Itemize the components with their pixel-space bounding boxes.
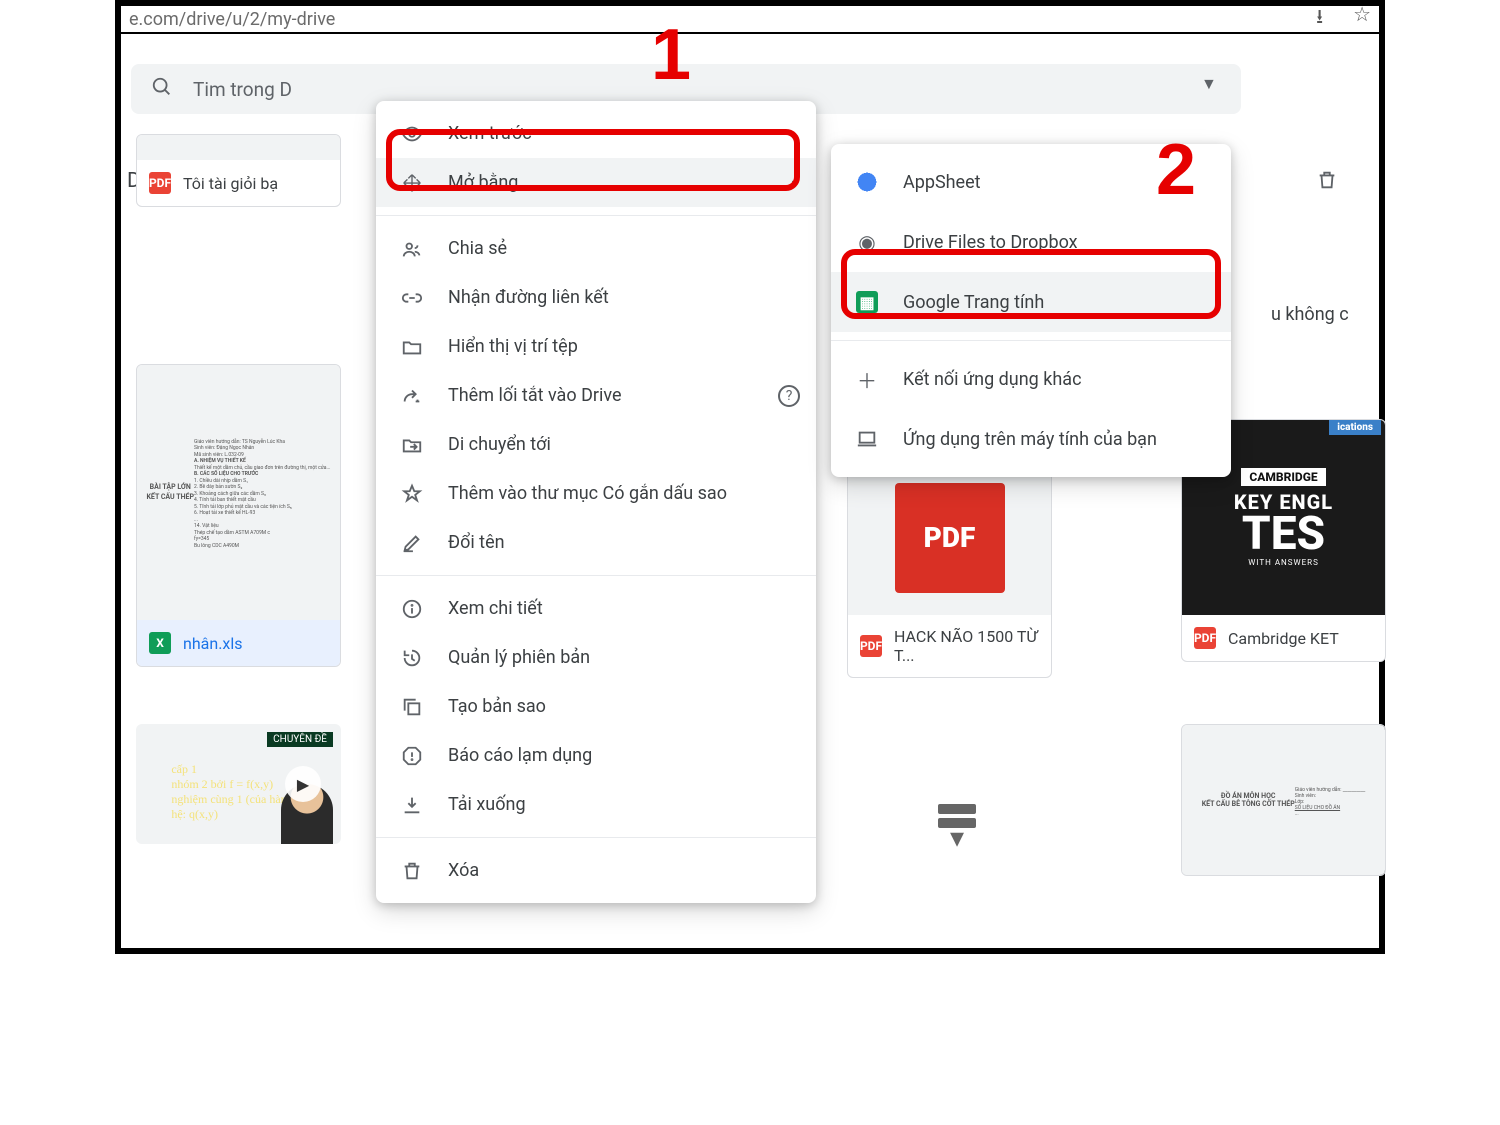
menu-item-add-shortcut[interactable]: Thêm lối tắt vào Drive ? [376, 371, 816, 420]
file-preview: ĐỒ ÁN MÔN HỌC KẾT CẤU BÊ TÔNG CỐT THÉP G… [1182, 725, 1385, 875]
info-icon [400, 598, 424, 620]
menu-item-move-to[interactable]: Di chuyển tới [376, 420, 816, 469]
google-sheets-icon: ▦ [855, 291, 879, 313]
link-icon [400, 287, 424, 309]
file-preview: CHUYÊN ĐỀ cấp 1nhóm 2 bởi f = f(x,y)nghi… [136, 724, 341, 844]
file-preview [137, 135, 340, 160]
copy-icon [400, 696, 424, 718]
rename-icon [400, 532, 424, 554]
history-icon [400, 647, 424, 669]
menu-item-share[interactable]: Chia sẻ [376, 224, 816, 273]
menu-item-download[interactable]: Tải xuống [376, 780, 816, 829]
submenu-item-desktop-apps[interactable]: Ứng dụng trên máy tính của bạn [831, 409, 1231, 469]
search-placeholder: Tim trong D [193, 78, 292, 101]
share-icon [400, 238, 424, 260]
menu-item-open-with[interactable]: Mở bằng › [376, 158, 816, 207]
report-icon [400, 745, 424, 767]
annotation-number-1: 1 [651, 14, 691, 96]
annotation-number-2: 2 [1156, 129, 1196, 211]
folder-icon [400, 336, 424, 358]
move-icon [400, 434, 424, 456]
submenu-item-dropbox[interactable]: ◉ Drive Files to Dropbox [831, 212, 1231, 272]
file-name: Tôi tài giỏi bạ [183, 174, 278, 193]
download-indicator-icon: ⭳ [1316, 2, 1323, 36]
menu-item-show-location[interactable]: Hiển thị vị trí tệp [376, 322, 816, 371]
menu-item-view-details[interactable]: Xem chi tiết [376, 584, 816, 633]
file-preview: BÀI TẬP LỚN KẾT CẤU THÉP Giáo viên hướng… [137, 365, 340, 620]
help-icon[interactable]: ? [778, 385, 800, 407]
context-menu: Xem trước Mở bằng › Chia sẻ Nhận đường l… [376, 101, 816, 903]
badge: CHUYÊN ĐỀ [267, 732, 333, 747]
appsheet-icon [855, 171, 879, 193]
download-arrow-icon: ▾ [931, 804, 983, 844]
open-with-icon [400, 172, 424, 194]
file-card-pdf-1[interactable]: PDF Tôi tài giỏi bạ [136, 134, 341, 207]
divider [376, 837, 816, 838]
divider [376, 575, 816, 576]
pdf-icon: PDF [860, 635, 882, 657]
play-icon: ▶ [285, 766, 321, 802]
truncated-text: u không c [1271, 304, 1349, 325]
bookmark-star-icon[interactable]: ☆ [1353, 2, 1371, 36]
pdf-icon: PDF [149, 172, 171, 194]
menu-item-get-link[interactable]: Nhận đường liên kết [376, 273, 816, 322]
trash-icon[interactable] [1316, 169, 1338, 197]
chevron-right-icon: › [791, 173, 796, 192]
file-name: Cambridge KET [1228, 629, 1339, 648]
submenu-item-connect-apps[interactable]: ＋ Kết nối ứng dụng khác [831, 349, 1231, 409]
file-card-video[interactable]: CHUYÊN ĐỀ cấp 1nhóm 2 bởi f = f(x,y)nghi… [136, 724, 341, 844]
menu-item-preview[interactable]: Xem trước [376, 109, 816, 158]
menu-item-make-copy[interactable]: Tạo bản sao [376, 682, 816, 731]
search-options-dropdown-icon[interactable]: ▼ [1201, 74, 1217, 94]
plus-icon: ＋ [855, 365, 879, 394]
search-icon [151, 76, 173, 103]
submenu-item-google-sheets[interactable]: ▦ Google Trang tính [831, 272, 1231, 332]
download-icon [400, 794, 424, 816]
pdf-icon: PDF [1194, 627, 1216, 649]
file-name: HACK NÃO 1500 TỪ T... [894, 627, 1039, 665]
file-card-doc[interactable]: ĐỒ ÁN MÔN HỌC KẾT CẤU BÊ TÔNG CỐT THÉP G… [1181, 724, 1386, 876]
file-card-xls-selected[interactable]: BÀI TẬP LỚN KẾT CẤU THÉP Giáo viên hướng… [136, 364, 341, 667]
delete-icon [400, 860, 424, 882]
menu-item-add-starred[interactable]: Thêm vào thư mục Có gắn dấu sao [376, 469, 816, 518]
laptop-icon [855, 428, 879, 450]
divider [376, 215, 816, 216]
shortcut-icon [400, 385, 424, 407]
menu-item-rename[interactable]: Đổi tên [376, 518, 816, 567]
url-text: e.com/drive/u/2/my-drive [129, 9, 335, 30]
divider [831, 340, 1231, 341]
file-name: nhân.xls [183, 634, 243, 653]
menu-item-delete[interactable]: Xóa [376, 846, 816, 895]
menu-item-manage-versions[interactable]: Quản lý phiên bản [376, 633, 816, 682]
pdf-big-icon: PDF [895, 483, 1005, 593]
star-icon [400, 483, 424, 505]
eye-icon [400, 123, 424, 145]
menu-item-report-abuse[interactable]: Báo cáo lạm dụng [376, 731, 816, 780]
url-bar: e.com/drive/u/2/my-drive ⭳ ☆ [121, 6, 1379, 34]
dropbox-icon: ◉ [855, 230, 879, 254]
excel-icon: X [149, 632, 171, 654]
